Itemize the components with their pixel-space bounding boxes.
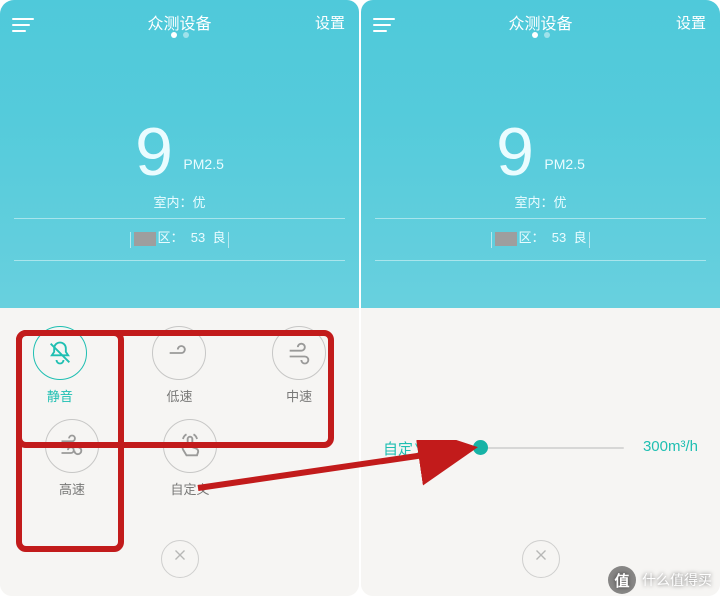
nav-bar: 众测设备 设置 [0,0,359,44]
settings-link[interactable]: 设置 [676,12,706,33]
wind-medium-icon [272,326,326,380]
slider-value: 300m³/h [643,438,698,455]
comparison-canvas: 众测设备 设置 9 PM2.5 室内：优 区： 53 良 [0,0,720,600]
mode-low[interactable]: 低速 [137,326,221,405]
close-icon [171,546,189,564]
speed-slider-knob[interactable] [473,440,488,455]
phone-right: 众测设备 设置 9 PM2.5 室内：优 区： 53 良 [361,0,720,596]
status-panel: 众测设备 设置 9 PM2.5 室内：优 区： 53 良 [0,0,359,308]
close-button[interactable] [161,540,199,578]
indoor-quality: 室内：优 [0,192,359,211]
page-indicator [361,32,720,38]
custom-speed-sheet: 自定义风速 300m³/h [361,308,720,596]
mode-custom[interactable]: 自定义 [148,419,232,498]
speed-slider-track[interactable] [479,447,624,449]
wind-high-icon [45,419,99,473]
bell-off-icon [33,326,87,380]
redacted-block [134,232,156,246]
air-quality-reading: 9 PM2.5 室内：优 区： 53 良 [0,118,359,246]
close-button[interactable] [522,540,560,578]
page-title: 众测设备 [0,10,359,34]
pm25-unit: PM2.5 [544,156,584,172]
mode-grid: 静音 低速 中速 [0,326,359,512]
watermark: 值 什么值得买 [608,566,712,594]
slider-label: 自定义风速 [383,438,458,459]
mode-sheet: 静音 低速 中速 [0,308,359,596]
status-panel: 众测设备 设置 9 PM2.5 室内：优 区： 53 良 [361,0,720,308]
tap-gesture-icon [163,419,217,473]
page-title: 众测设备 [361,10,720,34]
pm25-unit: PM2.5 [183,156,223,172]
mode-high[interactable]: 高速 [30,419,114,498]
air-quality-reading: 9 PM2.5 室内：优 区： 53 良 [361,118,720,246]
mode-medium[interactable]: 中速 [257,326,341,405]
phone-left: 众测设备 设置 9 PM2.5 室内：优 区： 53 良 [0,0,359,596]
redacted-block [495,232,517,246]
watermark-badge: 值 [608,566,636,594]
mode-silent[interactable]: 静音 [18,326,102,405]
outdoor-quality: 区： 53 良 [0,227,359,246]
settings-link[interactable]: 设置 [315,12,345,33]
pm25-value: 9 [135,118,173,186]
nav-bar: 众测设备 设置 [361,0,720,44]
page-indicator [0,32,359,38]
wind-low-icon [152,326,206,380]
watermark-text: 什么值得买 [642,570,712,590]
indoor-quality: 室内：优 [361,192,720,211]
close-icon [532,546,550,564]
outdoor-quality: 区： 53 良 [361,227,720,246]
pm25-value: 9 [496,118,534,186]
